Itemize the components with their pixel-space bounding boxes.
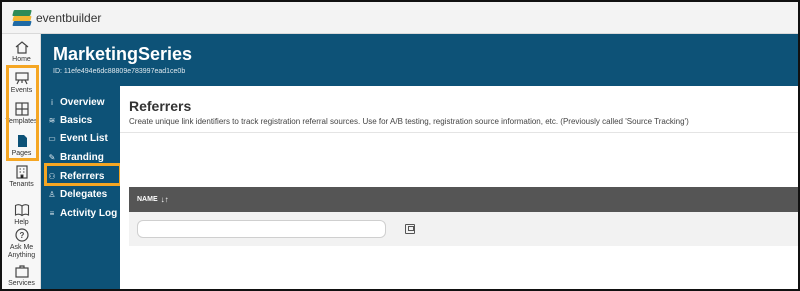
subnav-item-referrers[interactable]: ⚇ Referrers — [44, 168, 115, 184]
subnav-item-label: Activity Log — [60, 207, 118, 219]
antenna-icon: ≋ — [48, 115, 56, 125]
icon-rail: Home Events Templates Pages Tenants Help… — [2, 34, 41, 289]
rail-item-help[interactable]: Help — [2, 203, 41, 227]
subnav-item-activity-log[interactable]: ≡ Activity Log — [47, 205, 118, 221]
rail-item-events[interactable]: Events — [2, 71, 41, 95]
event-title: MarketingSeries — [53, 44, 193, 64]
subnav-item-label: Overview — [60, 96, 105, 108]
svg-text:?: ? — [19, 231, 24, 240]
rail-item-label: Templates — [5, 118, 38, 125]
table-row — [129, 212, 798, 246]
subnav-item-label: Event List — [60, 132, 108, 144]
subnav-item-basics[interactable]: ≋ Basics — [47, 112, 93, 128]
rail-item-label: Home — [12, 56, 31, 63]
subnav-item-label: Branding — [60, 151, 104, 163]
rail-item-label: Pages — [11, 150, 32, 157]
subnav-item-event-list[interactable]: ▭ Event List — [47, 130, 108, 146]
book-icon — [14, 204, 29, 217]
question-icon: ? — [14, 228, 29, 242]
info-icon: i — [51, 97, 53, 107]
rail-item-ask-me-anything[interactable]: ? Ask Me Anything — [2, 228, 41, 260]
rail-item-label: Events — [10, 87, 33, 94]
divider — [120, 132, 798, 133]
referrer-name-input[interactable] — [137, 220, 386, 238]
subnav-item-label: Basics — [60, 114, 93, 126]
grid-icon — [14, 102, 29, 116]
monitor-icon: ▭ — [48, 133, 56, 143]
list-icon: ≡ — [49, 208, 55, 218]
building-icon — [15, 165, 28, 179]
rail-item-tenants[interactable]: Tenants — [2, 165, 41, 189]
subnav-item-label: Delegates — [60, 188, 108, 200]
event-header: MarketingSeries ID: 11efe494e6dc88809e78… — [41, 34, 798, 86]
save-icon[interactable] — [405, 224, 415, 234]
rail-item-label: Help — [14, 219, 29, 226]
rail-item-home[interactable]: Home — [2, 40, 41, 64]
page-title: Referrers — [129, 98, 192, 114]
page-description: Create unique link identifiers to track … — [129, 117, 689, 126]
brand-name: eventbuilder — [36, 10, 102, 25]
rail-item-templates[interactable]: Templates — [2, 102, 41, 126]
subnav-item-branding[interactable]: ✎ Branding — [47, 149, 104, 165]
rail-item-label: Services — [8, 280, 35, 287]
pencil-icon: ✎ — [48, 152, 56, 162]
event-subnav: i Overview ≋ Basics ▭ Event List ✎ Brand… — [41, 86, 120, 289]
subnav-item-label: Referrers — [60, 170, 105, 182]
sort-icon[interactable]: ↓↑ — [161, 195, 169, 204]
rail-item-label: Ask Me Anything — [7, 244, 36, 259]
easel-icon — [14, 72, 29, 85]
column-header-name[interactable]: NAME — [137, 196, 158, 203]
rail-item-pages[interactable]: Pages — [2, 134, 41, 158]
table-header: NAME ↓↑ — [129, 187, 798, 212]
rail-item-services[interactable]: Services — [2, 264, 41, 288]
person-icon: ♙ — [48, 189, 56, 199]
people-icon: ⚇ — [48, 171, 56, 181]
eventbuilder-logo-icon[interactable] — [12, 8, 32, 28]
home-icon — [15, 41, 28, 54]
page-icon — [17, 135, 27, 147]
rail-item-label: Tenants — [9, 181, 34, 188]
event-id: ID: 11efe494e6dc88809e783997ead1ce0b — [53, 68, 186, 75]
top-bar: eventbuilder — [2, 2, 798, 34]
subnav-item-delegates[interactable]: ♙ Delegates — [47, 186, 107, 202]
main-content: Referrers Create unique link identifiers… — [120, 86, 798, 289]
subnav-item-overview[interactable]: i Overview — [47, 94, 104, 110]
briefcase-icon — [14, 265, 29, 278]
app-window: eventbuilder Home Events Templates Pages… — [0, 0, 800, 291]
